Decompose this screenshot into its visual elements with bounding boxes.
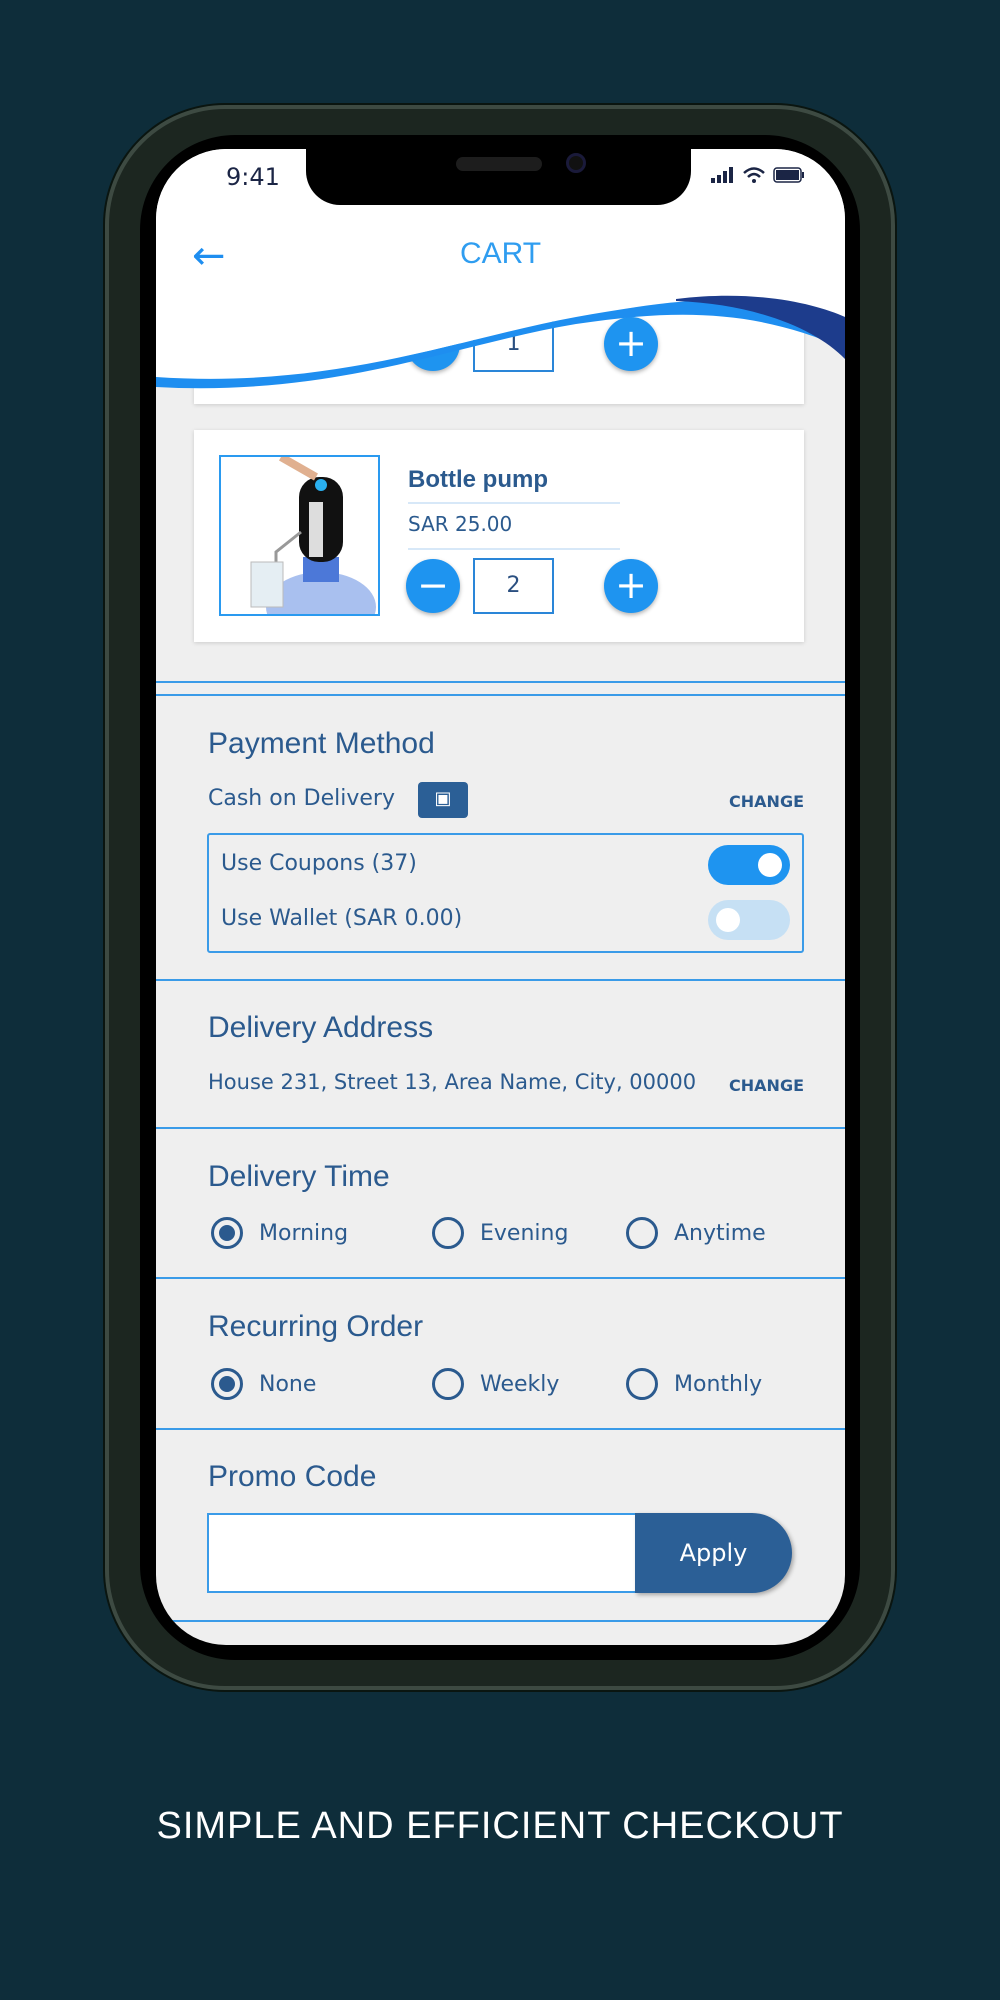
promo-code-heading: Promo Code — [208, 1460, 377, 1493]
divider — [408, 502, 620, 504]
product-name: Bottle pump — [408, 466, 548, 493]
recurring-monthly[interactable]: Monthly — [626, 1368, 762, 1400]
recurring-weekly[interactable]: Weekly — [432, 1368, 559, 1400]
decrease-quantity-button[interactable]: − — [406, 559, 460, 613]
use-coupons-toggle[interactable] — [708, 845, 790, 885]
signal-icon — [711, 167, 733, 183]
radio-icon — [211, 1217, 243, 1249]
product-price: SAR 25.00 — [408, 512, 513, 536]
apply-button[interactable]: Apply — [635, 1513, 792, 1593]
caption: SIMPLE AND EFFICIENT CHECKOUT — [156, 1805, 844, 1847]
radio-icon — [432, 1217, 464, 1249]
radio-icon — [626, 1368, 658, 1400]
delivery-address-value: House 231, Street 13, Area Name, City, 0… — [208, 1070, 697, 1094]
promo-code-input[interactable] — [207, 1513, 637, 1593]
divider — [156, 979, 845, 981]
recurring-none[interactable]: None — [211, 1368, 316, 1400]
delivery-time-evening[interactable]: Evening — [432, 1217, 568, 1249]
divider — [156, 1277, 845, 1279]
page-title: CART — [459, 237, 542, 270]
use-wallet-toggle[interactable] — [708, 900, 790, 940]
divider — [156, 681, 845, 683]
increase-quantity-button[interactable]: + — [604, 559, 658, 613]
payment-method-heading: Payment Method — [208, 727, 435, 760]
cash-icon: ▣ — [418, 782, 468, 818]
divider — [156, 694, 845, 696]
delivery-time-morning[interactable]: Morning — [211, 1217, 348, 1249]
change-payment-button[interactable]: CHANGE — [729, 792, 804, 811]
use-wallet-label: Use Wallet (SAR 0.00) — [221, 906, 463, 931]
wallet-options-box: Use Coupons (37) Use Wallet (SAR 0.00) — [207, 833, 804, 953]
quantity-field[interactable]: 2 — [473, 558, 554, 614]
divider — [156, 1620, 845, 1622]
change-address-button[interactable]: CHANGE — [729, 1076, 804, 1095]
battery-icon — [773, 167, 804, 183]
payment-method-value: Cash on Delivery — [208, 786, 395, 811]
cart-item-card: Bottle pump SAR 25.00 − 2 + — [194, 430, 804, 642]
delivery-address-heading: Delivery Address — [208, 1011, 434, 1044]
delivery-time-heading: Delivery Time — [208, 1160, 390, 1193]
delivery-time-anytime[interactable]: Anytime — [626, 1217, 766, 1249]
radio-icon — [432, 1368, 464, 1400]
divider — [156, 1127, 845, 1129]
divider — [156, 1428, 845, 1430]
notch — [306, 149, 691, 205]
radio-icon — [211, 1368, 243, 1400]
app-screen: − 1 + Bottle pump SAR 25.00 − 2 + Paymen — [156, 149, 845, 1645]
wifi-icon — [743, 167, 765, 183]
product-image — [219, 455, 380, 616]
radio-icon — [626, 1217, 658, 1249]
status-icons — [711, 167, 805, 183]
status-time: 9:41 — [226, 163, 280, 191]
divider — [408, 548, 620, 550]
recurring-order-heading: Recurring Order — [208, 1310, 424, 1343]
use-coupons-label: Use Coupons (37) — [221, 851, 417, 876]
